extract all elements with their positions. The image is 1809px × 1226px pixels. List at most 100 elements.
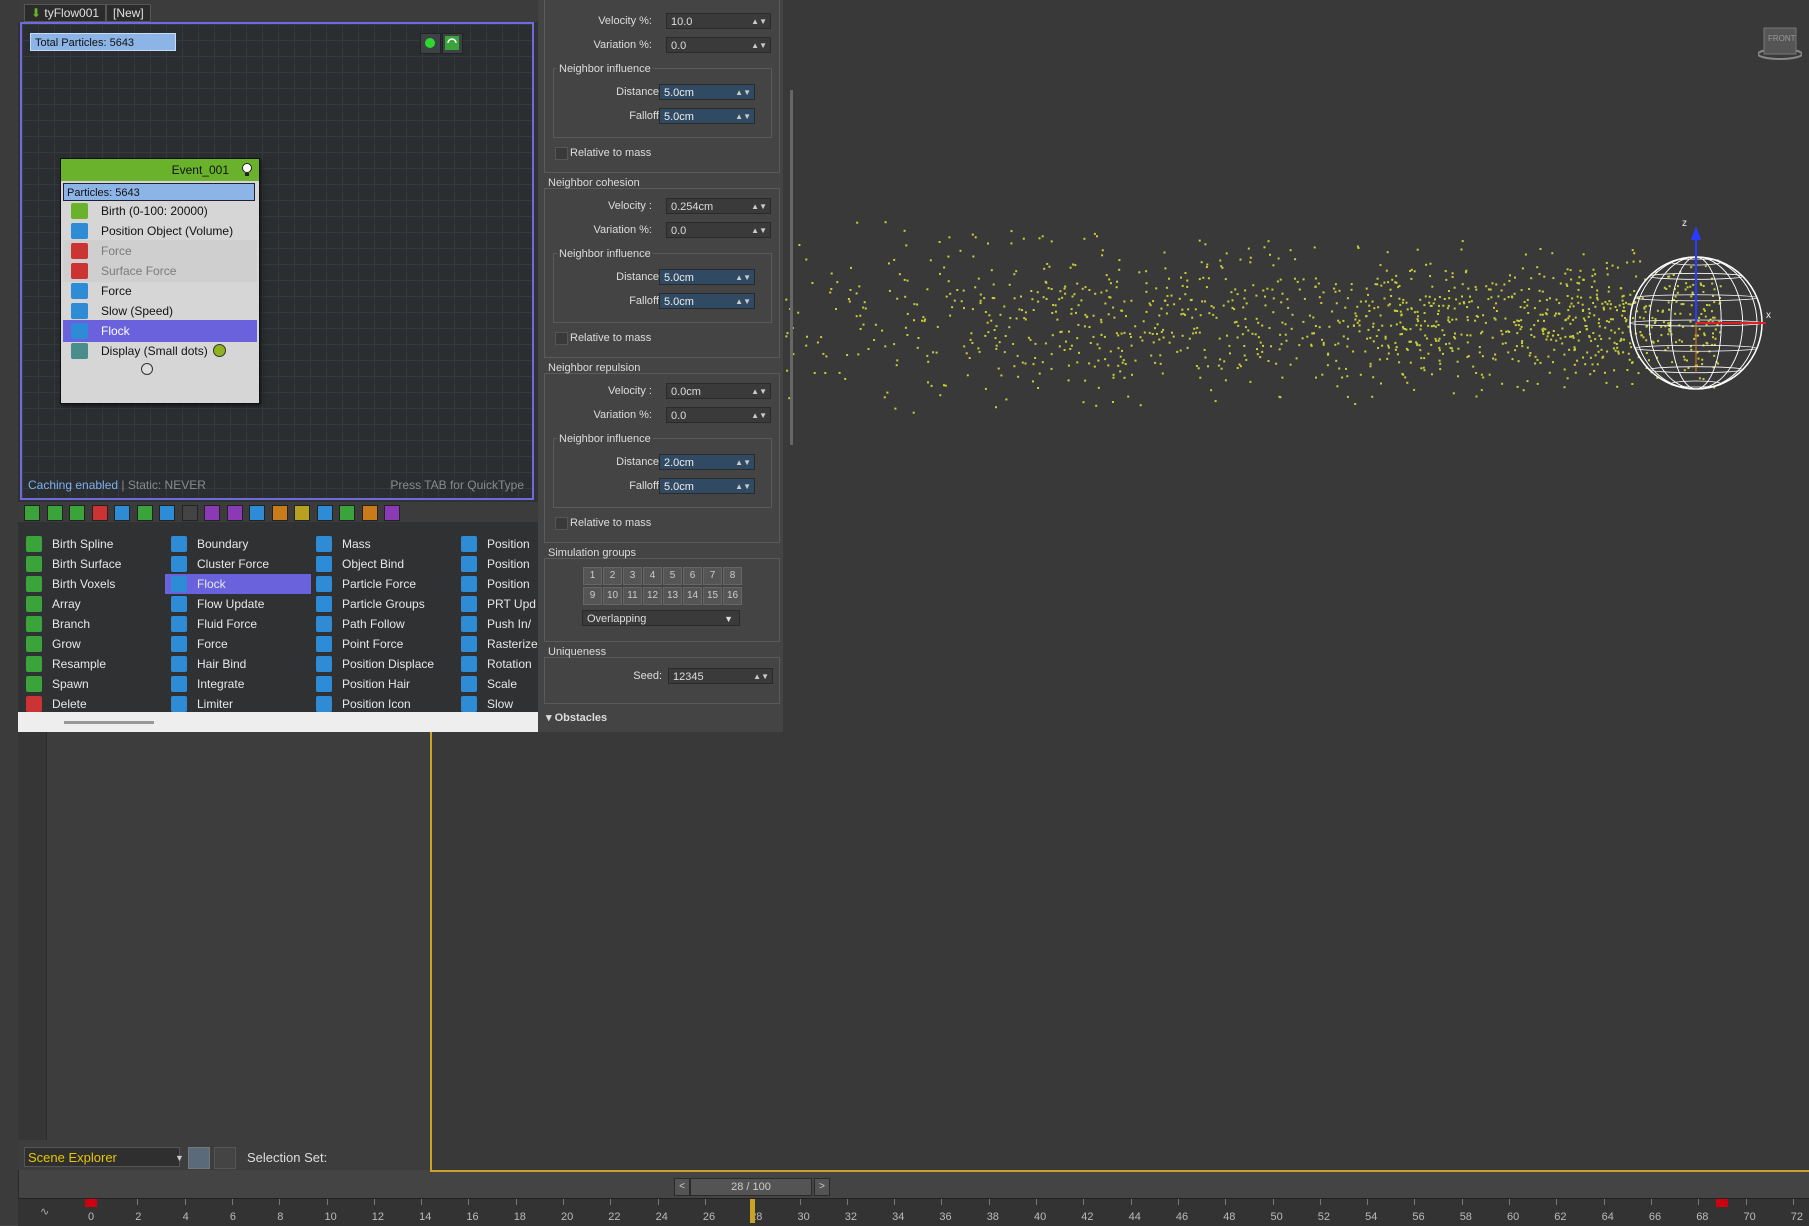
repulsion-velocity-spinner[interactable]: 0.0cm ▲▼ — [666, 383, 771, 399]
palette-operator-item[interactable]: Position — [455, 574, 536, 594]
category-filter-icon[interactable] — [204, 505, 220, 521]
time-slider[interactable]: 28 / 100 — [690, 1178, 812, 1196]
sim-group-button[interactable]: 10 — [603, 587, 622, 605]
palette-operator-item[interactable]: Resample — [20, 654, 166, 674]
sim-group-button[interactable]: 2 — [603, 567, 622, 585]
repulsion-distance-spinner[interactable]: 2.0cm ▲▼ — [659, 454, 755, 470]
sim-group-button[interactable]: 11 — [623, 587, 642, 605]
palette-operator-item[interactable]: Birth Surface — [20, 554, 166, 574]
palette-operator-item[interactable]: Object Bind — [310, 554, 456, 574]
flow-graph-canvas[interactable]: Total Particles: 5643 Event_001 Particle… — [20, 22, 534, 500]
category-filter-icon[interactable] — [271, 505, 288, 521]
repulsion-falloff-spinner[interactable]: 5.0cm ▲▼ — [659, 478, 755, 494]
repulsion-relative-checkbox[interactable] — [555, 517, 568, 530]
current-frame-marker[interactable] — [750, 1199, 756, 1223]
layers-icon[interactable] — [188, 1147, 210, 1169]
palette-operator-item[interactable]: Spawn — [20, 674, 166, 694]
sim-group-button[interactable]: 3 — [623, 567, 642, 585]
palette-operator-item[interactable]: Position Hair — [310, 674, 456, 694]
palette-operator-item[interactable]: Push In/ — [455, 614, 536, 634]
category-filter-icon[interactable] — [339, 505, 355, 521]
palette-operator-item[interactable]: Slow — [455, 694, 536, 714]
viewcube[interactable]: FRONT — [1757, 22, 1803, 60]
palette-operator-item[interactable]: Position Icon — [310, 694, 456, 714]
operator-row[interactable]: Slow (Speed) — [63, 300, 257, 322]
palette-operator-item[interactable]: Flow Update — [165, 594, 311, 614]
sim-group-button[interactable]: 6 — [683, 567, 702, 585]
palette-operator-item[interactable]: Cluster Force — [165, 554, 311, 574]
palette-scrollbar[interactable] — [64, 721, 154, 724]
keyframe-marker[interactable] — [1716, 1199, 1728, 1207]
timeline-track[interactable]: ∿ 0 2 4 6 8 10 12 14 16 18 20 22 24 26 28 30 32 34 36 38 40 4… — [18, 1198, 1809, 1226]
palette-operator-item[interactable]: Boundary — [165, 534, 311, 554]
category-filter-icon[interactable] — [294, 505, 310, 521]
category-filter-icon[interactable] — [384, 505, 400, 521]
sim-group-button[interactable]: 8 — [723, 567, 742, 585]
sort-icon[interactable] — [214, 1147, 236, 1169]
sphere-gizmo[interactable]: x z — [1616, 218, 1776, 398]
palette-operator-item[interactable]: Birth Spline — [20, 534, 166, 554]
palette-operator-item[interactable]: Particle Force — [310, 574, 456, 594]
palette-operator-item[interactable]: Integrate — [165, 674, 311, 694]
category-filter-icon[interactable] — [316, 505, 333, 521]
cohesion-falloff-spinner[interactable]: 5.0cm ▲▼ — [659, 293, 755, 309]
category-filter-icon[interactable] — [114, 505, 130, 521]
palette-operator-item[interactable]: Hair Bind — [165, 654, 311, 674]
palette-operator-item[interactable]: Point Force — [310, 634, 456, 654]
prev-frame-button[interactable]: < — [674, 1178, 690, 1196]
sim-group-button[interactable]: 16 — [723, 587, 742, 605]
palette-operator-item[interactable]: Birth Voxels — [20, 574, 166, 594]
perspective-viewport[interactable]: FRONT x z — [690, 0, 1809, 660]
operator-row[interactable]: Surface Force — [63, 260, 257, 282]
repulsion-variation-spinner[interactable]: 0.0 ▲▼ — [666, 407, 771, 423]
palette-operator-item[interactable]: Fluid Force — [165, 614, 311, 634]
category-filter-icon[interactable] — [46, 505, 63, 521]
scene-explorer-dropdown[interactable]: Scene Explorer ▼ — [24, 1147, 184, 1167]
event-output-connector[interactable] — [141, 363, 153, 375]
category-filter-icon[interactable] — [159, 505, 175, 521]
sim-group-button[interactable]: 13 — [663, 587, 682, 605]
category-filter-icon[interactable] — [226, 505, 243, 521]
obstacles-rollout[interactable]: ▾ Obstacles — [546, 711, 607, 724]
category-filter-icon[interactable] — [91, 505, 108, 521]
sim-group-button[interactable]: 5 — [663, 567, 682, 585]
event-header[interactable]: Event_001 — [61, 159, 259, 181]
category-filter-icon[interactable] — [181, 505, 198, 521]
palette-operator-item[interactable]: Branch — [20, 614, 166, 634]
palette-operator-item[interactable]: Flock — [165, 574, 311, 594]
lightbulb-icon[interactable] — [241, 162, 253, 185]
category-filter-icon[interactable] — [24, 505, 40, 521]
sim-group-button[interactable]: 4 — [643, 567, 662, 585]
palette-operator-item[interactable]: Array — [20, 594, 166, 614]
palette-operator-item[interactable]: Limiter — [165, 694, 311, 714]
cohesion-velocity-spinner[interactable]: 0.254cm ▲▼ — [666, 198, 771, 214]
sim-groups-mode-dropdown[interactable]: Overlapping ▼ — [582, 610, 740, 626]
sim-group-button[interactable]: 1 — [583, 567, 602, 585]
palette-operator-item[interactable]: Position — [455, 554, 536, 574]
keyframe-marker[interactable] — [85, 1199, 97, 1207]
tab-tyflow001[interactable]: ⬇ tyFlow001 — [24, 4, 107, 22]
category-filter-icon[interactable] — [249, 505, 265, 521]
palette-operator-item[interactable]: PRT Upd — [455, 594, 536, 614]
sim-group-button[interactable]: 14 — [683, 587, 702, 605]
palette-operator-item[interactable]: Force — [165, 634, 311, 654]
operator-row[interactable]: Display (Small dots) — [63, 340, 257, 362]
palette-operator-item[interactable]: Rasterize — [455, 634, 538, 654]
operator-row[interactable]: Flock — [63, 320, 257, 342]
category-filter-icon[interactable] — [136, 505, 153, 521]
operator-row[interactable]: Force — [63, 280, 257, 302]
palette-operator-item[interactable]: Delete — [20, 694, 166, 714]
palette-operator-item[interactable]: Position — [455, 534, 536, 554]
palette-operator-item[interactable]: Mass — [310, 534, 456, 554]
tab-new[interactable]: [New] — [106, 4, 151, 22]
category-filter-icon[interactable] — [361, 505, 378, 521]
palette-operator-item[interactable]: Scale — [455, 674, 536, 694]
palette-operator-item[interactable]: Position Displace — [310, 654, 456, 674]
cohesion-relative-checkbox[interactable] — [555, 332, 568, 345]
active-viewport[interactable] — [430, 660, 1809, 1172]
params-scrollbar[interactable] — [790, 90, 793, 445]
palette-operator-item[interactable]: Path Follow — [310, 614, 456, 634]
category-filter-icon[interactable] — [69, 505, 85, 521]
sim-toggle-button[interactable] — [420, 33, 441, 54]
palette-operator-item[interactable]: Particle Groups — [310, 594, 456, 614]
